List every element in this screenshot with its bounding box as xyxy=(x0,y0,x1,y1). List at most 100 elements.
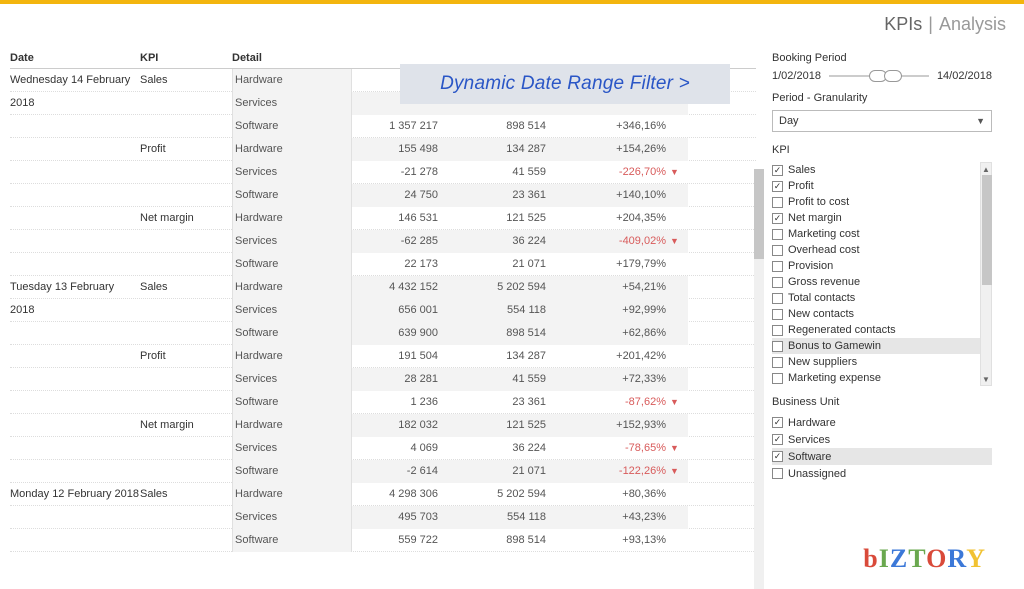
logo-z: Z xyxy=(890,544,908,573)
table-row[interactable]: Software22 17321 071+179,79% xyxy=(10,253,756,276)
cell-kpi xyxy=(140,230,232,253)
checkbox[interactable]: ✓ xyxy=(772,213,783,224)
cell-kpi: Profit xyxy=(140,138,232,161)
kpi-item-label: Profit xyxy=(788,180,814,192)
table-row[interactable]: Tuesday 13 February 2018SalesHardware4 4… xyxy=(10,276,756,299)
table-row[interactable]: Software24 75023 361+140,10% xyxy=(10,184,756,207)
table-row[interactable]: ProfitHardware155 498134 287+154,26% xyxy=(10,138,756,161)
header-analysis[interactable]: Analysis xyxy=(939,14,1006,35)
table-row[interactable]: Software1 357 217898 514+346,16% xyxy=(10,115,756,138)
cell-kpi xyxy=(140,506,232,529)
table-row[interactable]: Services-21 27841 559-226,70%▼ xyxy=(10,161,756,184)
checkbox[interactable] xyxy=(772,197,783,208)
kpi-item[interactable]: Overhead cost xyxy=(772,242,992,258)
chevron-down-icon: ▼ xyxy=(976,116,985,126)
kpi-item[interactable]: ✓Net margin xyxy=(772,210,992,226)
down-arrow-icon xyxy=(668,138,688,161)
kpi-item[interactable]: Total contacts xyxy=(772,290,992,306)
kpi-item[interactable]: Regenerated contacts xyxy=(772,322,992,338)
logo-b: b xyxy=(863,544,878,573)
cell-value-1: 1 236 xyxy=(352,391,460,414)
table-row[interactable]: Monday 12 February 2018SalesHardware4 29… xyxy=(10,483,756,506)
kpi-item[interactable]: Marketing cost xyxy=(772,226,992,242)
kpi-item[interactable]: Provision xyxy=(772,258,992,274)
booking-end[interactable]: 14/02/2018 xyxy=(937,70,992,82)
checkbox[interactable]: ✓ xyxy=(772,165,783,176)
booking-start[interactable]: 1/02/2018 xyxy=(772,70,821,82)
cell-kpi: Net margin xyxy=(140,207,232,230)
checkbox[interactable] xyxy=(772,373,783,384)
scroll-down-icon[interactable]: ▼ xyxy=(981,373,991,385)
slider-thumb-right[interactable] xyxy=(884,70,902,82)
cell-date xyxy=(10,345,140,368)
cell-detail: Software xyxy=(232,253,352,276)
kpi-item[interactable]: ✓ Profit xyxy=(772,178,992,194)
bu-item-label: Hardware xyxy=(788,417,836,429)
kpi-item-label: Marketing cost xyxy=(788,228,860,240)
granularity-select[interactable]: Day ▼ xyxy=(772,110,992,132)
checkbox[interactable] xyxy=(772,229,783,240)
table-row[interactable]: Software-2 61421 071-122,26%▼ xyxy=(10,460,756,483)
checkbox[interactable] xyxy=(772,261,783,272)
bu-item[interactable]: ✓ Hardware xyxy=(772,414,992,431)
down-arrow-icon: ▼ xyxy=(668,460,688,483)
cell-change: +80,36% xyxy=(568,483,668,506)
checkbox[interactable]: ✓ xyxy=(772,417,783,428)
checkbox[interactable] xyxy=(772,325,783,336)
bu-item[interactable]: Unassigned xyxy=(772,465,992,482)
table-row[interactable]: Software639 900898 514+62,86% xyxy=(10,322,756,345)
kpi-item-label: Sales xyxy=(788,164,816,176)
table-row[interactable]: Services-62 28536 224-409,02%▼ xyxy=(10,230,756,253)
table-row[interactable]: Services495 703554 118+43,23% xyxy=(10,506,756,529)
table-row[interactable]: Services4 06936 224-78,65%▼ xyxy=(10,437,756,460)
booking-slider[interactable] xyxy=(829,75,929,77)
kpi-scrollbar-thumb[interactable] xyxy=(982,175,992,285)
table-row[interactable]: Net marginHardware182 032121 525+152,93% xyxy=(10,414,756,437)
cell-detail: Hardware xyxy=(232,414,352,437)
table-row[interactable]: Software559 722898 514+93,13% xyxy=(10,529,756,552)
col-detail[interactable]: Detail xyxy=(232,52,352,64)
kpi-item[interactable]: Bonus to Gamewin xyxy=(772,338,992,354)
logo-o: O xyxy=(926,544,947,573)
checkbox[interactable] xyxy=(772,357,783,368)
table-row[interactable]: ProfitHardware191 504134 287+201,42% xyxy=(10,345,756,368)
kpi-item[interactable]: Marketing expense xyxy=(772,370,992,386)
table-row[interactable]: Services656 001554 118+92,99% xyxy=(10,299,756,322)
col-kpi[interactable]: KPI xyxy=(140,52,232,64)
checkbox[interactable] xyxy=(772,277,783,288)
cell-change: +154,26% xyxy=(568,138,668,161)
table-row[interactable]: Software1 23623 361-87,62%▼ xyxy=(10,391,756,414)
kpi-item[interactable]: New contacts xyxy=(772,306,992,322)
cell-detail: Services xyxy=(232,299,352,322)
bu-item[interactable]: ✓Services xyxy=(772,431,992,448)
bu-item[interactable]: ✓Software xyxy=(772,448,992,465)
kpi-item[interactable]: Gross revenue xyxy=(772,274,992,290)
table-row[interactable]: Net marginHardware146 531121 525+204,35% xyxy=(10,207,756,230)
scroll-up-icon[interactable]: ▲ xyxy=(981,163,991,175)
checkbox[interactable] xyxy=(772,468,783,479)
kpi-item[interactable]: Profit to cost xyxy=(772,194,992,210)
cell-detail: Software xyxy=(232,529,352,552)
checkbox[interactable] xyxy=(772,341,783,352)
cell-kpi xyxy=(140,368,232,391)
kpi-item[interactable]: ✓ Sales xyxy=(772,162,992,178)
table-row[interactable]: Services28 28141 559+72,33% xyxy=(10,368,756,391)
cell-date xyxy=(10,92,140,115)
down-arrow-icon xyxy=(668,483,688,506)
kpi-scrollbar-track[interactable]: ▲ ▼ xyxy=(980,162,992,386)
cell-date xyxy=(10,230,140,253)
cell-date xyxy=(10,529,140,552)
cell-value-2: 898 514 xyxy=(460,322,568,345)
checkbox[interactable]: ✓ xyxy=(772,451,783,462)
callout-text: Dynamic Date Range Filter > xyxy=(440,73,690,95)
cell-detail: Services xyxy=(232,92,352,115)
checkbox[interactable]: ✓ xyxy=(772,434,783,445)
checkbox[interactable] xyxy=(772,293,783,304)
header-kpis[interactable]: KPIs xyxy=(884,14,922,35)
col-date[interactable]: Date xyxy=(10,52,140,64)
kpi-item[interactable]: New suppliers xyxy=(772,354,992,370)
down-arrow-icon: ▼ xyxy=(668,230,688,253)
checkbox[interactable] xyxy=(772,245,783,256)
checkbox[interactable]: ✓ xyxy=(772,181,783,192)
checkbox[interactable] xyxy=(772,309,783,320)
